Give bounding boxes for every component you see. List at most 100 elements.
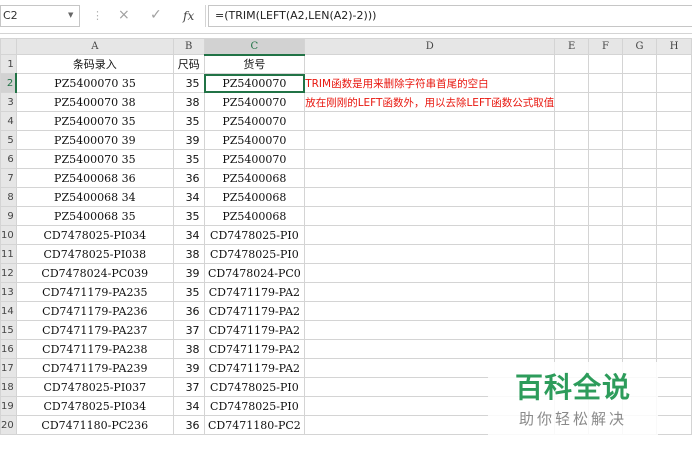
cell[interactable]	[656, 92, 692, 112]
cell[interactable]	[304, 301, 556, 321]
cell-c[interactable]: CD7478024-PC0	[203, 263, 306, 283]
cell[interactable]	[554, 263, 590, 283]
cancel-icon[interactable]: ×	[118, 7, 130, 23]
cell[interactable]	[621, 130, 658, 150]
row-header[interactable]: 14	[0, 301, 17, 321]
cell[interactable]	[621, 92, 658, 112]
row-header[interactable]: 9	[0, 206, 17, 226]
chevron-down-icon[interactable]: ▼	[68, 11, 73, 19]
cell-a[interactable]: CD7471179-PA236	[15, 301, 174, 321]
cell-a[interactable]: CD7471179-PA235	[15, 282, 174, 302]
cell[interactable]	[304, 320, 556, 340]
row-header[interactable]: 16	[0, 339, 17, 359]
row-header[interactable]: 15	[0, 320, 17, 340]
cell-b1[interactable]: 尺码	[172, 54, 205, 74]
cell-b[interactable]: 39	[172, 263, 205, 283]
cell-b[interactable]: 34	[172, 396, 205, 416]
cell-b[interactable]: 34	[172, 225, 205, 245]
row-header[interactable]: 12	[0, 263, 17, 283]
cell[interactable]	[621, 282, 658, 302]
cell[interactable]	[554, 130, 590, 150]
row-header[interactable]: 11	[0, 244, 17, 264]
cell[interactable]	[304, 339, 556, 359]
cell-a[interactable]: CD7471180-PC236	[15, 415, 174, 435]
cell[interactable]	[554, 187, 590, 207]
cell[interactable]	[656, 339, 692, 359]
cell[interactable]	[588, 54, 623, 74]
cell[interactable]	[588, 244, 623, 264]
cell-c[interactable]: CD7478025-PI0	[203, 244, 306, 264]
cell[interactable]	[554, 282, 590, 302]
cell[interactable]	[656, 225, 692, 245]
cell-b[interactable]: 35	[172, 282, 205, 302]
cell-a1[interactable]: 条码录入	[15, 54, 174, 74]
cell[interactable]	[588, 301, 623, 321]
cell[interactable]	[554, 54, 590, 74]
cell[interactable]	[656, 377, 692, 397]
insert-function-icon[interactable]: fx	[183, 9, 194, 23]
column-header-e[interactable]: E	[554, 38, 590, 55]
cell-c[interactable]: PZ5400068	[203, 206, 306, 226]
cell-b[interactable]: 39	[172, 130, 205, 150]
row-header[interactable]: 1	[0, 54, 17, 74]
cell-b[interactable]: 38	[172, 339, 205, 359]
cell[interactable]	[656, 244, 692, 264]
cell[interactable]	[554, 320, 590, 340]
cell-c[interactable]: CD7471180-PC2	[203, 415, 306, 435]
cell-c1[interactable]: 货号	[203, 54, 306, 74]
cell[interactable]	[554, 92, 590, 112]
cell-b[interactable]: 36	[172, 415, 205, 435]
formula-input[interactable]: =(TRIM(LEFT(A2,LEN(A2)-2)))	[208, 5, 692, 27]
row-header[interactable]: 6	[0, 149, 17, 169]
cell[interactable]	[588, 282, 623, 302]
row-header[interactable]: 17	[0, 358, 17, 378]
cell[interactable]	[554, 111, 590, 131]
row-header[interactable]: 18	[0, 377, 17, 397]
cell[interactable]	[656, 168, 692, 188]
cell[interactable]	[554, 339, 590, 359]
cell-b[interactable]: 38	[172, 244, 205, 264]
cell[interactable]	[304, 130, 556, 150]
cell-c[interactable]: CD7471179-PA2	[203, 339, 306, 359]
cell[interactable]	[621, 320, 658, 340]
cell[interactable]	[621, 244, 658, 264]
cell-b[interactable]: 39	[172, 358, 205, 378]
cell-c[interactable]: PZ5400070	[203, 92, 306, 112]
cell[interactable]	[621, 225, 658, 245]
row-header[interactable]: 7	[0, 168, 17, 188]
cell-c[interactable]: CD7478025-PI0	[203, 377, 306, 397]
cell[interactable]	[621, 206, 658, 226]
cell-b[interactable]: 34	[172, 187, 205, 207]
row-header[interactable]: 20	[0, 415, 17, 435]
cell-c[interactable]: PZ5400068	[203, 187, 306, 207]
cell[interactable]	[621, 73, 658, 93]
cell[interactable]	[656, 263, 692, 283]
cell[interactable]	[304, 206, 556, 226]
cell[interactable]	[656, 301, 692, 321]
cell-a[interactable]: PZ5400070 35	[15, 73, 174, 93]
cell-a[interactable]: PZ5400070 35	[15, 149, 174, 169]
confirm-icon[interactable]: ✓	[150, 7, 162, 23]
cell[interactable]	[554, 206, 590, 226]
cell-c[interactable]: PZ5400070	[203, 130, 306, 150]
cell[interactable]	[588, 263, 623, 283]
cell[interactable]	[554, 225, 590, 245]
more-options-icon[interactable]: ⋮	[92, 9, 103, 22]
row-header[interactable]: 4	[0, 111, 17, 131]
cell[interactable]	[304, 168, 556, 188]
cell[interactable]	[621, 187, 658, 207]
cell[interactable]	[588, 320, 623, 340]
cell[interactable]	[656, 320, 692, 340]
cell[interactable]	[554, 168, 590, 188]
column-header-g[interactable]: G	[621, 38, 658, 55]
row-header[interactable]: 8	[0, 187, 17, 207]
cell[interactable]	[554, 73, 590, 93]
cell[interactable]	[621, 111, 658, 131]
cell-a[interactable]: PZ5400070 39	[15, 130, 174, 150]
column-header-d[interactable]: D	[304, 38, 556, 55]
cell[interactable]	[588, 187, 623, 207]
cell[interactable]	[304, 244, 556, 264]
cell-b[interactable]: 35	[172, 206, 205, 226]
cell[interactable]	[554, 149, 590, 169]
column-header-h[interactable]: H	[656, 38, 692, 55]
